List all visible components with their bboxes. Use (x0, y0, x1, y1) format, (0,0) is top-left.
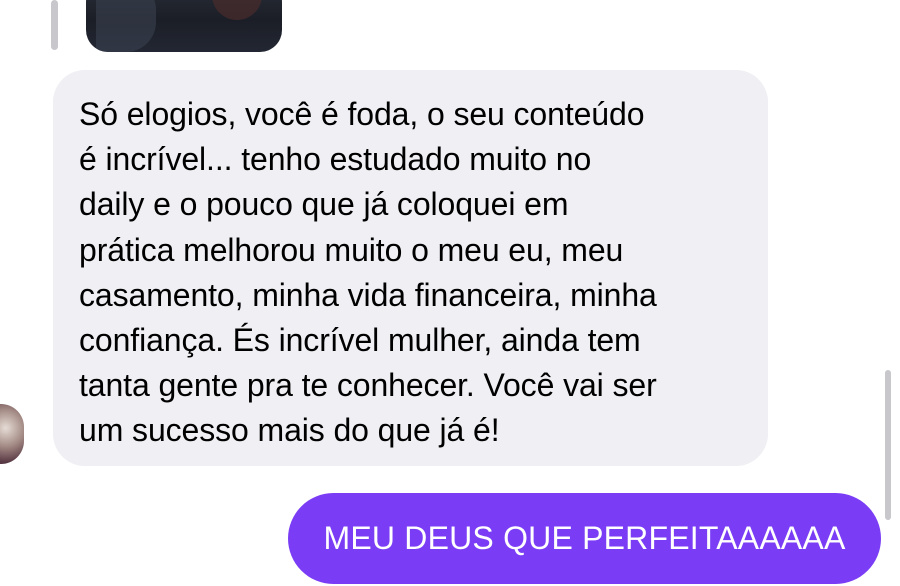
message-line: um sucesso mais do que já é! (79, 412, 500, 449)
outgoing-message-bubble[interactable]: MEU DEUS QUE PERFEITAAAAAA (288, 493, 881, 584)
incoming-message-text: Só elogios, você é foda, o seu conteúdo … (79, 92, 748, 454)
message-line: prática melhorou muito o meu eu, meu (79, 231, 624, 268)
message-line: casamento, minha vida financeira, minha (79, 276, 657, 313)
message-line: é incrível... tenho estudado muito no (79, 141, 592, 178)
message-line: Só elogios, você é foda, o seu conteúdo (79, 96, 645, 132)
outgoing-message-text: MEU DEUS QUE PERFEITAAAAAA (323, 520, 846, 556)
image-attachment-content (212, 0, 262, 20)
message-line: daily e o pouco que já coloquei em (79, 186, 569, 223)
message-line: tanta gente pra te conhecer. Você vai se… (79, 367, 657, 404)
message-line: confiança. És incrível mulher, ainda tem (79, 322, 641, 359)
incoming-message-bubble[interactable]: Só elogios, você é foda, o seu conteúdo … (53, 70, 768, 466)
image-attachment-content (96, 0, 156, 52)
chat-screen: Só elogios, você é foda, o seu conteúdo … (0, 0, 900, 586)
sender-avatar[interactable] (0, 404, 24, 464)
image-attachment[interactable] (86, 0, 282, 52)
scrollbar-thumb[interactable] (885, 370, 891, 520)
thread-scroll-indicator (51, 0, 58, 50)
